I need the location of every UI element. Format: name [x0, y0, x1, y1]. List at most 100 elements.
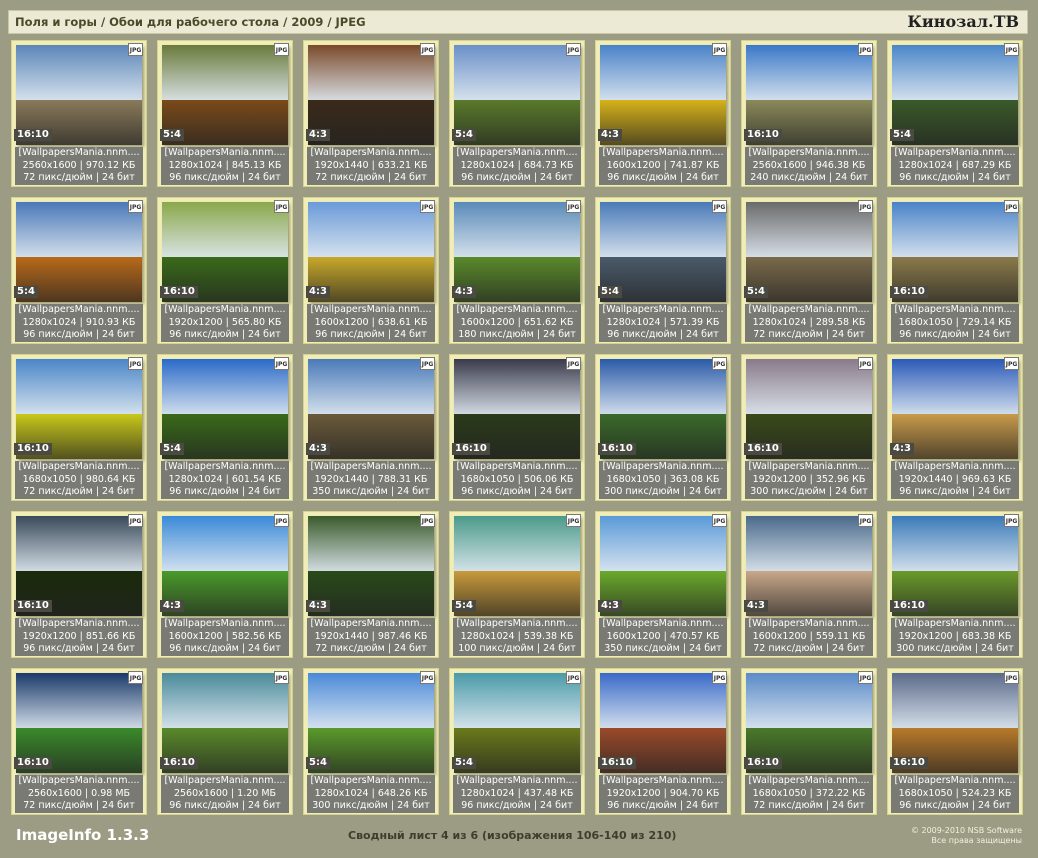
- thumbnail-card[interactable]: JPG 4:3 [WallpapersMania.nnm.... 1600x1200 …: [157, 511, 293, 658]
- info-meta: 96 пикс/дюйм | 24 бит: [607, 800, 719, 811]
- jpg-file-icon: JPG: [712, 200, 727, 213]
- thumbnail-info: [WallpapersMania.nnm.... 1600x1200 | 638.…: [307, 304, 435, 342]
- thumbnail-info: [WallpapersMania.nnm.... 1600x1200 | 559.…: [745, 618, 873, 656]
- thumbnail-info: [WallpapersMania.nnm.... 1680x1050 | 980.…: [15, 461, 143, 499]
- thumbnail-info: [WallpapersMania.nnm.... 1600x1200 | 741.…: [599, 147, 727, 185]
- info-dims: 1920x1200 | 904.70 КБ: [606, 787, 720, 799]
- thumbnail-card[interactable]: JPG 16:10 [WallpapersMania.nnm.... 1680x105…: [887, 668, 1023, 815]
- thumbnail-card[interactable]: JPG 5:4 [WallpapersMania.nnm.... 1280x1024 …: [303, 668, 439, 815]
- info-name: [WallpapersMania.nnm....: [456, 618, 578, 629]
- thumbnail-card[interactable]: JPG 4:3 [WallpapersMania.nnm.... 1600x1200 …: [741, 511, 877, 658]
- jpg-file-icon: JPG: [274, 671, 289, 684]
- thumbnail-card[interactable]: JPG 4:3 [WallpapersMania.nnm.... 1920x1440 …: [887, 354, 1023, 501]
- aspect-ratio-badge: 16:10: [160, 286, 198, 298]
- aspect-ratio-badge: 5:4: [160, 129, 184, 141]
- info-dims: 1920x1440 | 987.46 КБ: [314, 630, 428, 642]
- info-dims: 1680x1050 | 363.08 КБ: [606, 473, 720, 485]
- info-meta: 300 пикс/дюйм | 24 бит: [750, 486, 868, 497]
- aspect-ratio-badge: 16:10: [744, 443, 782, 455]
- thumbnail-card[interactable]: JPG 16:10 [WallpapersMania.nnm.... 2560x160…: [741, 40, 877, 187]
- aspect-ratio-badge: 4:3: [306, 286, 330, 298]
- thumbnail-card[interactable]: JPG 16:10 [WallpapersMania.nnm.... 1920x120…: [11, 511, 147, 658]
- thumbnail-card[interactable]: JPG 5:4 [WallpapersMania.nnm.... 1280x1024 …: [449, 511, 585, 658]
- thumbnail-card[interactable]: JPG 16:10 [WallpapersMania.nnm.... 2560x160…: [11, 40, 147, 187]
- info-name: [WallpapersMania.nnm....: [310, 775, 432, 786]
- aspect-ratio-badge: 4:3: [598, 600, 622, 612]
- info-name: [WallpapersMania.nnm....: [456, 775, 578, 786]
- thumbnail-card[interactable]: JPG 5:4 [WallpapersMania.nnm.... 1280x1024 …: [887, 40, 1023, 187]
- thumbnail-info: [WallpapersMania.nnm.... 1920x1440 | 788.…: [307, 461, 435, 499]
- info-name: [WallpapersMania.nnm....: [602, 775, 724, 786]
- copyright-block: © 2009-2010 NSB Software Все права защищ…: [911, 826, 1022, 846]
- thumbnail-card[interactable]: JPG 4:3 [WallpapersMania.nnm.... 1600x1200 …: [303, 197, 439, 344]
- thumbnail-card[interactable]: JPG 5:4 [WallpapersMania.nnm.... 1280x1024 …: [449, 40, 585, 187]
- thumbnail-card[interactable]: JPG 5:4 [WallpapersMania.nnm.... 1280x1024 …: [595, 197, 731, 344]
- thumbnail-card[interactable]: JPG 16:10 [WallpapersMania.nnm.... 1920x120…: [595, 668, 731, 815]
- thumbnail-info: [WallpapersMania.nnm.... 1280x1024 | 601.…: [161, 461, 289, 499]
- thumbnail-card[interactable]: JPG 5:4 [WallpapersMania.nnm.... 1280x1024 …: [449, 668, 585, 815]
- jpg-file-icon: JPG: [858, 43, 873, 56]
- jpg-file-icon: JPG: [128, 43, 143, 56]
- info-dims: 1280x1024 | 910.93 КБ: [22, 316, 136, 328]
- jpg-file-icon: JPG: [1004, 357, 1019, 370]
- thumbnail-card[interactable]: JPG 16:10 [WallpapersMania.nnm.... 1680x105…: [741, 668, 877, 815]
- thumbnail-card[interactable]: JPG 5:4 [WallpapersMania.nnm.... 1280x1024 …: [157, 40, 293, 187]
- info-name: [WallpapersMania.nnm....: [164, 304, 286, 315]
- info-meta: 100 пикс/дюйм | 24 бит: [458, 643, 576, 654]
- jpg-file-icon: JPG: [420, 357, 435, 370]
- thumbnail-card[interactable]: JPG 16:10 [WallpapersMania.nnm.... 1920x120…: [157, 197, 293, 344]
- thumbnail-info: [WallpapersMania.nnm.... 1280x1024 | 687.…: [891, 147, 1019, 185]
- thumbnail-card[interactable]: JPG 16:10 [WallpapersMania.nnm.... 2560x160…: [157, 668, 293, 815]
- info-dims: 1280x1024 | 437.48 КБ: [460, 787, 574, 799]
- thumbnail-card[interactable]: JPG 4:3 [WallpapersMania.nnm.... 1920x1440 …: [303, 354, 439, 501]
- thumbnail-info: [WallpapersMania.nnm.... 2560x1600 | 1.20…: [161, 775, 289, 813]
- thumbnail-card[interactable]: JPG 4:3 [WallpapersMania.nnm.... 1920x1440 …: [303, 40, 439, 187]
- thumbnail-info: [WallpapersMania.nnm.... 1920x1440 | 987.…: [307, 618, 435, 656]
- thumbnail-card[interactable]: JPG 16:10 [WallpapersMania.nnm.... 1680x105…: [11, 354, 147, 501]
- aspect-ratio-badge: 5:4: [452, 600, 476, 612]
- jpg-file-icon: JPG: [420, 43, 435, 56]
- info-name: [WallpapersMania.nnm....: [164, 147, 286, 158]
- thumbnail-card[interactable]: JPG 16:10 [WallpapersMania.nnm.... 1680x105…: [595, 354, 731, 501]
- thumbnail-info: [WallpapersMania.nnm.... 1680x1050 | 363.…: [599, 461, 727, 499]
- info-meta: 300 пикс/дюйм | 24 бит: [896, 643, 1014, 654]
- info-meta: 300 пикс/дюйм | 24 бит: [312, 800, 430, 811]
- info-dims: 1600x1200 | 582.56 КБ: [168, 630, 282, 642]
- thumbnail-card[interactable]: JPG 16:10 [WallpapersMania.nnm.... 1920x120…: [741, 354, 877, 501]
- thumbnail-card[interactable]: JPG 5:4 [WallpapersMania.nnm.... 1280x1024 …: [741, 197, 877, 344]
- aspect-ratio-badge: 5:4: [890, 129, 914, 141]
- thumbnail-card[interactable]: JPG 4:3 [WallpapersMania.nnm.... 1600x1200 …: [595, 511, 731, 658]
- info-dims: 1920x1200 | 565.80 КБ: [168, 316, 282, 328]
- info-meta: 96 пикс/дюйм | 24 бит: [899, 172, 1011, 183]
- thumbnail-info: [WallpapersMania.nnm.... 1920x1200 | 683.…: [891, 618, 1019, 656]
- thumbnail-card[interactable]: JPG 5:4 [WallpapersMania.nnm.... 1280x1024 …: [11, 197, 147, 344]
- info-name: [WallpapersMania.nnm....: [164, 618, 286, 629]
- thumbnail-card[interactable]: JPG 16:10 [WallpapersMania.nnm.... 1680x105…: [887, 197, 1023, 344]
- info-meta: 350 пикс/дюйм | 24 бит: [312, 486, 430, 497]
- info-dims: 1600x1200 | 638.61 КБ: [314, 316, 428, 328]
- jpg-file-icon: JPG: [712, 671, 727, 684]
- info-meta: 96 пикс/дюйм | 24 бит: [169, 172, 281, 183]
- info-name: [WallpapersMania.nnm....: [602, 461, 724, 472]
- thumbnail-card[interactable]: JPG 16:10 [WallpapersMania.nnm.... 1920x120…: [887, 511, 1023, 658]
- info-meta: 96 пикс/дюйм | 24 бит: [169, 800, 281, 811]
- thumbnail-card[interactable]: JPG 16:10 [WallpapersMania.nnm.... 1680x105…: [449, 354, 585, 501]
- aspect-ratio-badge: 5:4: [452, 129, 476, 141]
- thumbnail-card[interactable]: JPG 4:3 [WallpapersMania.nnm.... 1600x1200 …: [595, 40, 731, 187]
- thumbnail-card[interactable]: JPG 4:3 [WallpapersMania.nnm.... 1600x1200 …: [449, 197, 585, 344]
- thumbnail-info: [WallpapersMania.nnm.... 1280x1024 | 684.…: [453, 147, 581, 185]
- info-name: [WallpapersMania.nnm....: [602, 618, 724, 629]
- info-meta: 72 пикс/дюйм | 24 бит: [23, 800, 135, 811]
- thumbnail-card[interactable]: JPG 16:10 [WallpapersMania.nnm.... 2560x160…: [11, 668, 147, 815]
- info-meta: 72 пикс/дюйм | 24 бит: [753, 329, 865, 340]
- jpg-file-icon: JPG: [1004, 671, 1019, 684]
- thumbnail-card[interactable]: JPG 4:3 [WallpapersMania.nnm.... 1920x1440 …: [303, 511, 439, 658]
- thumbnail-card[interactable]: JPG 5:4 [WallpapersMania.nnm.... 1280x1024 …: [157, 354, 293, 501]
- info-dims: 1920x1440 | 788.31 КБ: [314, 473, 428, 485]
- thumbnail-info: [WallpapersMania.nnm.... 1280x1024 | 437.…: [453, 775, 581, 813]
- info-name: [WallpapersMania.nnm....: [748, 618, 870, 629]
- aspect-ratio-badge: 4:3: [890, 443, 914, 455]
- jpg-file-icon: JPG: [712, 357, 727, 370]
- aspect-ratio-badge: 4:3: [744, 600, 768, 612]
- aspect-ratio-badge: 16:10: [14, 129, 52, 141]
